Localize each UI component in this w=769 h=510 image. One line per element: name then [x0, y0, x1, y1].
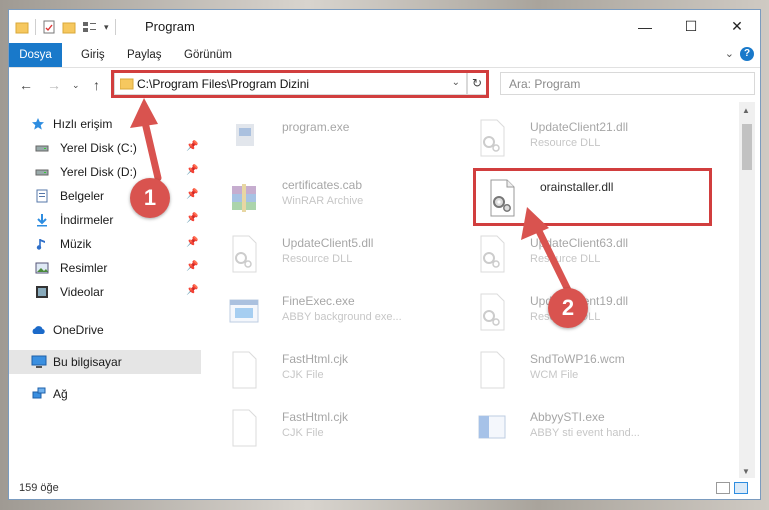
annotation-arrows [130, 98, 572, 294]
annotation-badge-1: 1 [130, 178, 170, 218]
arrow-1-shaft [140, 114, 162, 182]
arrow-2-shaft [532, 221, 572, 294]
annotation-badge-2: 2 [548, 288, 588, 328]
arrow-1-head [130, 98, 158, 128]
